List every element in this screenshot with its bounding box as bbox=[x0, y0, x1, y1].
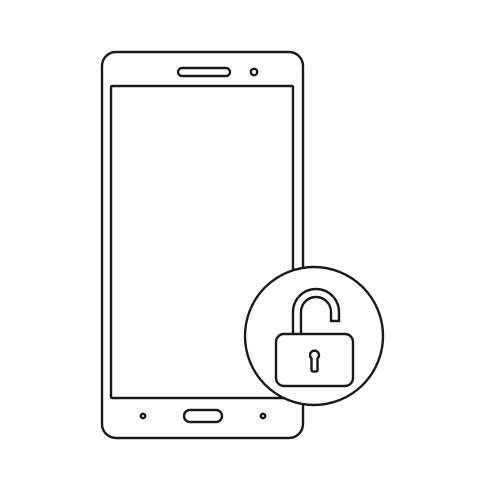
front-camera-dot bbox=[249, 67, 259, 77]
home-button bbox=[182, 408, 224, 424]
illustration-canvas bbox=[0, 0, 500, 500]
padlock-body bbox=[274, 332, 355, 388]
left-key-dot bbox=[139, 412, 147, 420]
smartphone-unlock-illustration bbox=[100, 50, 385, 440]
unlocked-padlock-icon bbox=[243, 265, 385, 407]
right-key-dot bbox=[259, 412, 267, 420]
earpiece-speaker bbox=[176, 66, 232, 78]
